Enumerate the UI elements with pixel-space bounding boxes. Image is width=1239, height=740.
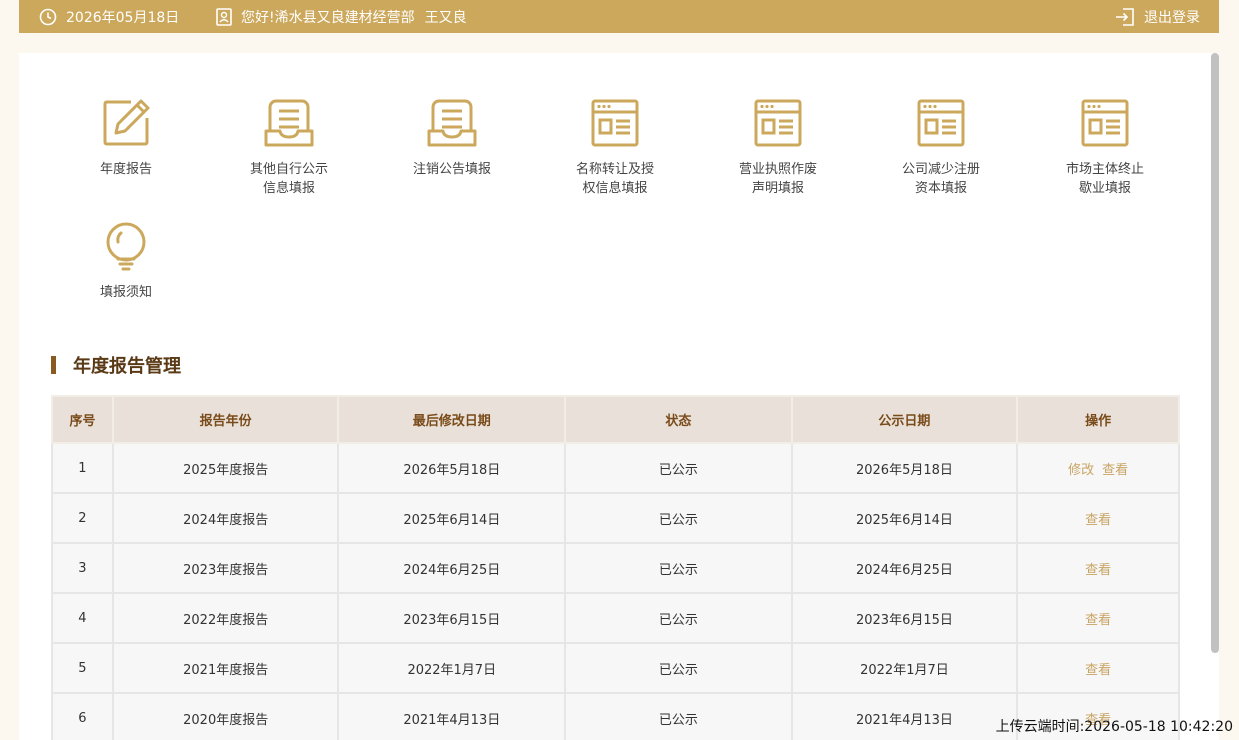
annual-report-table: 序号 报告年份 最后修改日期 状态 公示日期 操作 1 2025年度报告 202… [51, 395, 1180, 740]
quick-link-label: 填报须知 [99, 285, 152, 300]
edit-icon [103, 99, 150, 146]
quick-link-business-suspension[interactable]: 市场主体终止 歇业填报 [1055, 98, 1155, 198]
view-link[interactable]: 查看 [1085, 663, 1111, 678]
quick-link-label: 名称转让及授 权信息填报 [575, 162, 654, 196]
header-actions: 操作 [1016, 395, 1180, 444]
section-title: 年度报告管理 [51, 351, 181, 379]
window-form-icon [591, 99, 639, 147]
logout-button[interactable]: 退出登录 [1115, 3, 1200, 30]
top-bar: 2026年05月18日 您好!浠水县又良建材经营部 王又良 退出登录 [19, 0, 1219, 33]
section-title-marker [51, 356, 56, 374]
quick-link-cancellation[interactable]: 注销公告填报 [402, 98, 502, 179]
cell-actions: 查看 [1016, 492, 1180, 544]
window-form-icon [917, 99, 965, 147]
greeting-text: 您好!浠水县又良建材经营部 [241, 9, 415, 26]
cell-last-modified: 2021年4月13日 [337, 692, 567, 740]
date-text: 2026年05月18日 [66, 9, 180, 26]
main-panel: 年度报告 其他自行公示 信息填报 注销公告填报 名称转让及授 权信息填报 营业执… [19, 53, 1219, 740]
quick-link-filing-notice[interactable]: 填报须知 [76, 221, 176, 302]
cell-status: 已公示 [564, 642, 793, 694]
cell-last-modified: 2023年6月15日 [337, 592, 567, 644]
table-row: 2 2024年度报告 2025年6月14日 已公示 2025年6月14日 查看 [51, 492, 1180, 544]
cell-publish-date: 2022年1月7日 [790, 642, 1019, 694]
cell-index: 5 [51, 642, 114, 694]
cell-actions: 查看 [1016, 592, 1180, 644]
cell-last-modified: 2024年6月25日 [337, 542, 567, 594]
cell-index: 1 [51, 442, 114, 494]
cell-publish-date: 2025年6月14日 [790, 492, 1019, 544]
inbox-icon [427, 99, 477, 147]
cell-publish-date: 2023年6月15日 [790, 592, 1019, 644]
cell-status: 已公示 [564, 542, 793, 594]
cell-status: 已公示 [564, 442, 793, 494]
quick-link-capital-reduction[interactable]: 公司减少注册 资本填报 [891, 98, 991, 198]
table-row: 5 2021年度报告 2022年1月7日 已公示 2022年1月7日 查看 [51, 642, 1180, 694]
table-row: 4 2022年度报告 2023年6月15日 已公示 2023年6月15日 查看 [51, 592, 1180, 644]
header-last-modified: 最后修改日期 [337, 395, 567, 444]
quick-link-label: 注销公告填报 [412, 162, 491, 177]
cell-report-year: 2022年度报告 [111, 592, 340, 644]
quick-link-label: 年度报告 [99, 162, 152, 177]
cell-index: 4 [51, 592, 114, 644]
cell-publish-date: 2021年4月13日 [790, 692, 1019, 740]
cell-index: 6 [51, 692, 114, 740]
view-link[interactable]: 查看 [1085, 563, 1111, 578]
logout-label: 退出登录 [1144, 9, 1200, 26]
cell-index: 3 [51, 542, 114, 594]
upload-time-stamp: 上传云端时间:2026-05-18 10:42:20 [995, 719, 1233, 735]
quick-link-license-void[interactable]: 营业执照作废 声明填报 [728, 98, 828, 198]
table-header-row: 序号 报告年份 最后修改日期 状态 公示日期 操作 [51, 395, 1180, 444]
clock-icon [39, 8, 57, 25]
view-link[interactable]: 查看 [1102, 463, 1128, 478]
cell-status: 已公示 [564, 692, 793, 740]
cell-actions: 查看 [1016, 642, 1180, 694]
cell-report-year: 2025年度报告 [111, 442, 340, 494]
cell-report-year: 2024年度报告 [111, 492, 340, 544]
cell-last-modified: 2022年1月7日 [337, 642, 567, 694]
cell-report-year: 2023年度报告 [111, 542, 340, 594]
header-status: 状态 [564, 395, 793, 444]
username: 王又良 [424, 9, 467, 26]
cell-last-modified: 2025年6月14日 [337, 492, 567, 544]
cell-report-year: 2020年度报告 [111, 692, 340, 740]
date-display: 2026年05月18日 [39, 3, 179, 30]
quick-link-other-disclosure[interactable]: 其他自行公示 信息填报 [239, 98, 339, 198]
cell-index: 2 [51, 492, 114, 544]
quick-link-label: 其他自行公示 信息填报 [249, 162, 328, 196]
window-form-icon [1081, 99, 1129, 147]
quick-link-label: 市场主体终止 歇业填报 [1065, 162, 1144, 196]
quick-link-name-transfer[interactable]: 名称转让及授 权信息填报 [565, 98, 665, 198]
cell-status: 已公示 [564, 592, 793, 644]
view-link[interactable]: 查看 [1085, 513, 1111, 528]
cell-status: 已公示 [564, 492, 793, 544]
header-index: 序号 [51, 395, 114, 444]
cell-report-year: 2021年度报告 [111, 642, 340, 694]
cell-last-modified: 2026年5月18日 [337, 442, 567, 494]
user-info: 您好!浠水县又良建材经营部 王又良 [216, 3, 467, 30]
table-row: 1 2025年度报告 2026年5月18日 已公示 2026年5月18日 修改查… [51, 442, 1180, 494]
quick-link-label: 公司减少注册 资本填报 [901, 162, 980, 196]
quick-link-label: 营业执照作废 声明填报 [738, 162, 817, 196]
cell-actions: 修改 查看 [1016, 442, 1180, 494]
header-report-year: 报告年份 [111, 395, 340, 444]
lightbulb-icon [106, 222, 146, 271]
header-publish-date: 公示日期 [790, 395, 1019, 444]
window-form-icon [754, 99, 802, 147]
logout-icon [1116, 7, 1134, 26]
inbox-icon [264, 99, 314, 147]
cell-actions: 查看 [1016, 542, 1180, 594]
quick-link-annual-report[interactable]: 年度报告 [76, 98, 176, 179]
table-row: 3 2023年度报告 2024年6月25日 已公示 2024年6月25日 查看 [51, 542, 1180, 594]
user-badge-icon [216, 7, 232, 26]
cell-publish-date: 2024年6月25日 [790, 542, 1019, 594]
edit-link[interactable]: 修改 [1068, 463, 1094, 478]
scrollbar[interactable] [1211, 53, 1219, 653]
view-link[interactable]: 查看 [1085, 613, 1111, 628]
cell-publish-date: 2026年5月18日 [790, 442, 1019, 494]
